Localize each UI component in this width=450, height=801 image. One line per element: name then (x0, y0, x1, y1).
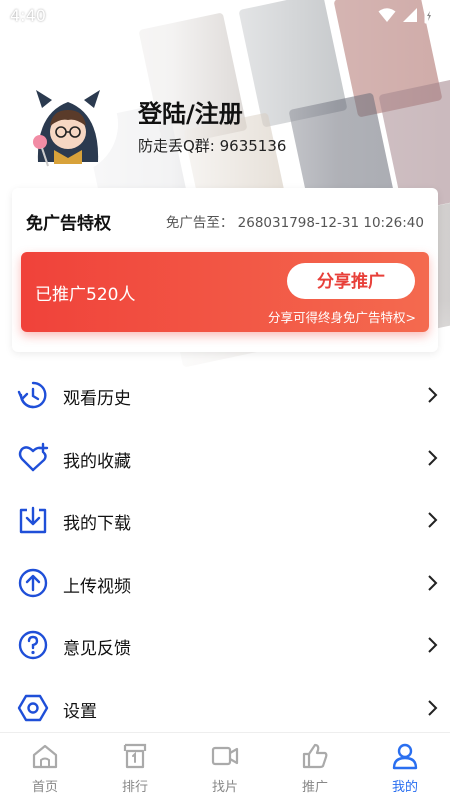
login-register-title[interactable]: 登陆/注册 (138, 94, 243, 129)
qq-group-text: 防走丢Q群: 9635136 (138, 137, 287, 155)
share-hint-link[interactable]: 分享可得终身免广告特权> (268, 307, 416, 326)
menu-item-label: 我的下载 (63, 514, 131, 534)
menu-item-settings[interactable]: 设置 (0, 678, 450, 741)
promotion-count: 已推广520人 (35, 285, 136, 305)
share-promote-button[interactable]: 分享推广 (287, 263, 415, 299)
nav-label: 我的 (391, 780, 418, 795)
user-icon (392, 743, 418, 770)
cartoon-avatar-illustration (18, 74, 118, 174)
nav-label: 推广 (301, 780, 328, 795)
menu-item-label: 观看历史 (63, 389, 131, 409)
promotion-banner: 已推广520人 分享推广 分享可得终身免广告特权> (21, 252, 429, 332)
home-icon (32, 744, 58, 769)
nav-label: 首页 (31, 780, 58, 795)
menu-item-label: 设置 (63, 701, 97, 722)
menu-item-downloads[interactable]: 我的下载 (0, 490, 450, 553)
menu-item-label: 意见反馈 (63, 639, 131, 659)
nav-tab-home[interactable]: 首页 (0, 733, 90, 801)
adfree-card: 免广告特权 免广告至： 268031798-12-31 10:26:40 已推广… (12, 188, 438, 352)
avatar[interactable] (18, 74, 118, 174)
thumbs-up-icon (302, 743, 328, 769)
status-time: 4:40 (10, 6, 46, 25)
menu-item-history[interactable]: 观看历史 (0, 365, 450, 428)
question-icon (18, 630, 48, 660)
nav-tab-ranking[interactable]: 排行 (90, 733, 180, 801)
status-bar: 4:40 (0, 0, 450, 32)
menu-list: 观看历史 我的收藏 我的下载 上传视频 意见反馈 设置 (0, 365, 450, 740)
chevron-right-icon (428, 699, 438, 716)
video-camera-icon (211, 746, 239, 766)
nav-label: 找片 (211, 780, 238, 795)
nav-tab-find-movies[interactable]: 找片 (180, 733, 270, 801)
battery-icon (424, 6, 434, 24)
chevron-right-icon (428, 574, 438, 591)
download-icon (19, 506, 47, 534)
menu-item-feedback[interactable]: 意见反馈 (0, 615, 450, 678)
cell-signal-icon (403, 8, 417, 22)
nav-tab-promote[interactable]: 推广 (270, 733, 360, 801)
menu-item-favorites[interactable]: 我的收藏 (0, 428, 450, 491)
menu-item-upload-video[interactable]: 上传视频 (0, 553, 450, 616)
chevron-right-icon (428, 449, 438, 466)
nav-tab-mine[interactable]: 我的 (360, 733, 450, 801)
adfree-expiry-text: 免广告至： 268031798-12-31 10:26:40 (165, 215, 424, 231)
upload-icon (18, 568, 48, 597)
ranking-icon (123, 743, 147, 769)
wifi-icon (378, 8, 396, 22)
history-icon (17, 381, 47, 409)
chevron-right-icon (428, 387, 438, 403)
adfree-title: 免广告特权 (26, 214, 111, 234)
nav-label: 排行 (121, 780, 148, 795)
menu-item-label: 我的收藏 (63, 451, 131, 472)
chevron-right-icon (428, 512, 438, 528)
heart-plus-icon (18, 442, 49, 471)
menu-item-label: 上传视频 (63, 576, 131, 597)
bottom-navigation: 首页 排行 找片 推广 我的 (0, 732, 450, 801)
chevron-right-icon (428, 637, 438, 653)
settings-icon (17, 694, 49, 721)
